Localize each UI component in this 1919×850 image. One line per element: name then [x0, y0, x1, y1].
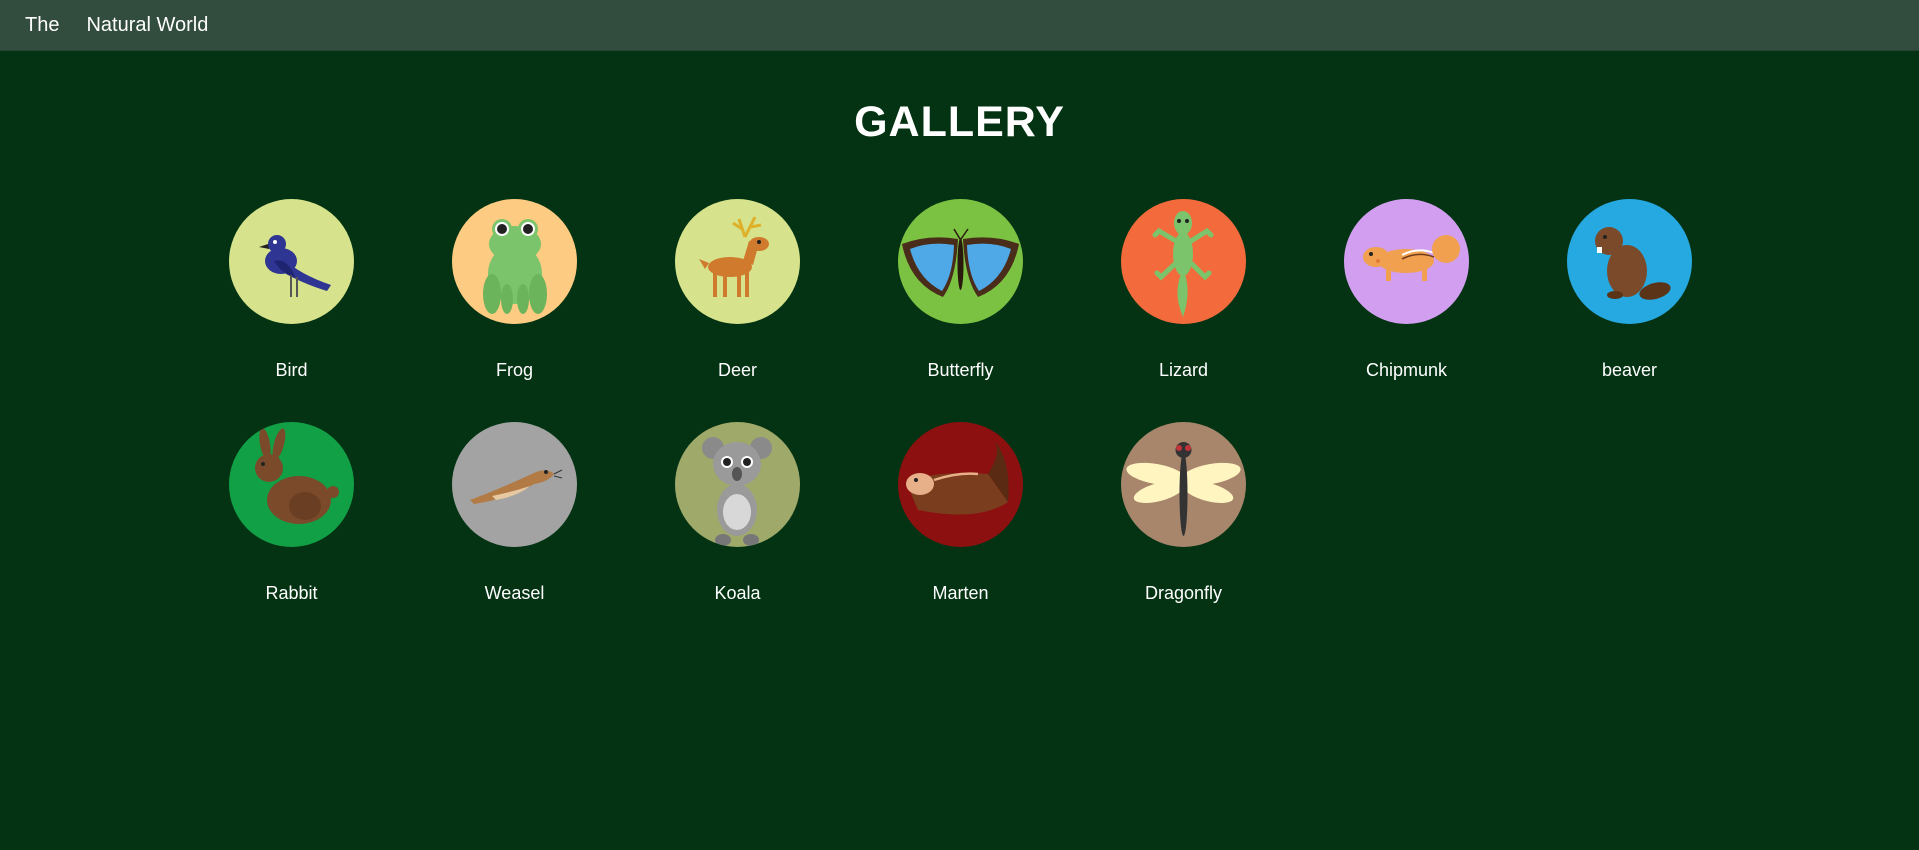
dragonfly-icon	[1121, 422, 1246, 547]
gallery-item-weasel[interactable]: Weasel	[403, 422, 626, 604]
gallery-item-label: Rabbit	[265, 583, 318, 603]
top-nav-bar: The Natural World	[0, 0, 1919, 51]
gallery-item-chipmunk[interactable]: Chipmunk	[1295, 199, 1518, 381]
gallery-item-label: beaver	[1601, 360, 1658, 380]
gallery-item-frog[interactable]: Frog	[403, 199, 626, 381]
gallery-item-label: Lizard	[1158, 360, 1209, 380]
gallery-item-butterfly[interactable]: Butterfly	[849, 199, 1072, 381]
gallery-item-koala[interactable]: Koala	[626, 422, 849, 604]
chipmunk-icon	[1344, 199, 1469, 324]
gallery-item-label: Chipmunk	[1365, 360, 1448, 380]
rabbit-icon	[229, 422, 354, 547]
lizard-icon	[1121, 199, 1246, 324]
marten-icon	[898, 422, 1023, 547]
gallery-item-marten[interactable]: Marten	[849, 422, 1072, 604]
gallery-item-label: Marten	[932, 583, 989, 603]
gallery-item-label: Butterfly	[927, 360, 994, 380]
gallery-item-lizard[interactable]: Lizard	[1072, 199, 1295, 381]
beaver-icon	[1567, 199, 1692, 324]
page-title: GALLERY	[854, 98, 1065, 146]
gallery-item-deer[interactable]: Deer	[626, 199, 849, 381]
gallery-item-label: Frog	[495, 360, 533, 380]
bird-icon	[229, 199, 354, 324]
koala-icon	[675, 422, 800, 547]
weasel-icon	[452, 422, 577, 547]
gallery-item-dragonfly[interactable]: Dragonfly	[1072, 422, 1295, 604]
gallery-item-label: Bird	[275, 360, 308, 380]
nav-brand-natural-world[interactable]: Natural World	[86, 14, 208, 37]
gallery-item-label: Deer	[717, 360, 757, 380]
frog-icon	[452, 199, 577, 324]
gallery-item-rabbit[interactable]: Rabbit	[180, 422, 403, 604]
gallery-item-label: Dragonfly	[1144, 583, 1223, 603]
gallery-item-label: Weasel	[484, 583, 545, 603]
deer-icon	[675, 199, 800, 324]
nav-brand-the[interactable]: The	[25, 14, 59, 37]
gallery-item-beaver[interactable]: beaver	[1518, 199, 1741, 381]
butterfly-icon	[898, 199, 1023, 324]
gallery-item-label: Koala	[714, 583, 761, 603]
gallery-item-bird[interactable]: Bird	[180, 199, 403, 381]
